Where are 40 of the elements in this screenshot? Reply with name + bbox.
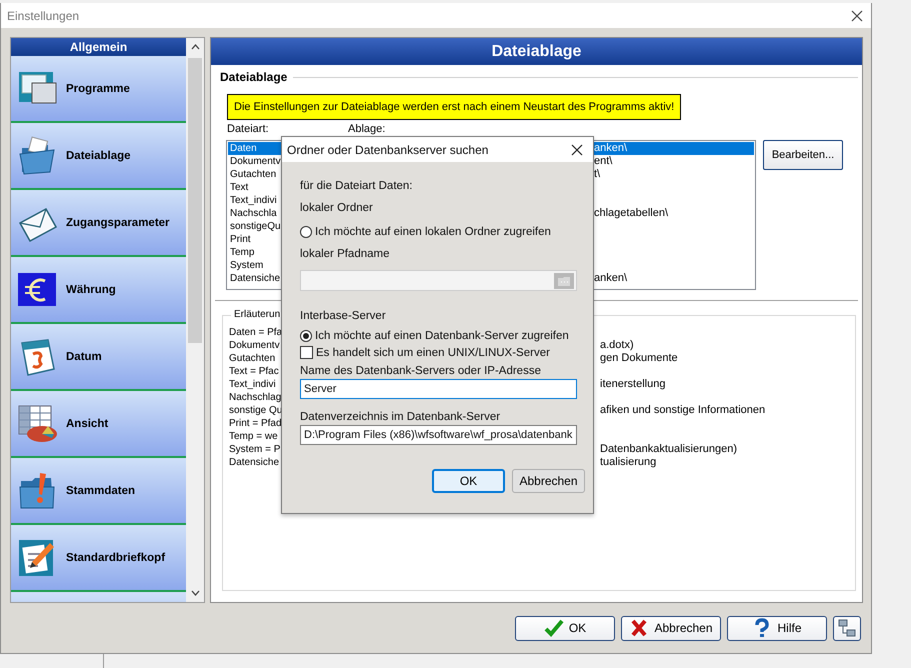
explanation-text: tualisierung [600,456,656,469]
file-type-name: Print [230,234,251,245]
explanation-text: Temp = we [229,431,278,442]
dialog-title: Ordner oder Datenbankserver suchen [287,142,488,156]
column-label: Ablage: [348,123,386,135]
explanation-text: System = P [229,444,280,455]
explanation-text: Nachschlag [229,392,282,403]
section-label: Interbase-Server [300,310,387,322]
field-label: Name des Datenbank-Servers oder IP-Adresse [300,365,542,377]
explanation-text: Print = Pfad [229,418,282,429]
file-type-name: System [230,260,264,271]
category-header: Allgemein [11,38,186,56]
field-label: lokaler Pfadname [300,248,390,260]
file-type-name: Dokumentv [230,156,281,167]
file-path: ent\ [594,155,612,168]
group-title: Erläuterun [231,309,284,320]
file-type-name: Gutachten [230,169,276,180]
explanation-text: Gutachten [229,353,276,364]
file-type-name: Datensiche [230,273,280,284]
explanation-text: afiken und sonstige Informationen [600,404,766,417]
dialog-subtitle: für die Dateiart Daten: [300,180,414,192]
section-label: lokaler Ordner [300,202,374,214]
file-path: t\ [594,168,600,181]
explanation-text: itenerstellung [600,378,666,391]
explanation-text: a.dotx) [600,339,634,352]
file-path: anken\ [594,142,628,155]
explanation-text: Text_indivi [229,379,276,390]
file-type-name: Daten [230,143,257,154]
column-label: Dateiart: [227,123,270,135]
restart-notice: Die Einstellungen zur Dateiablage werden erst nach einem Neustart des Programms aktiv! [227,94,682,120]
field-label: Datenverzeichnis im Datenbank-Server [300,411,502,423]
panel-header: Dateiablage [211,38,862,65]
explanation-text: Datenbankaktualisierungen) [600,443,737,456]
explanation-text: Text = Pfac [229,366,279,377]
group-title: Dateiablage [220,70,288,84]
window-title: Einstellungen [7,8,80,22]
explanation-text: Datensiche [229,457,280,468]
explanation-text: gen Dokumente [600,352,678,365]
explanation-text: Dokumentv [229,340,280,351]
file-path: anken\ [594,272,628,285]
